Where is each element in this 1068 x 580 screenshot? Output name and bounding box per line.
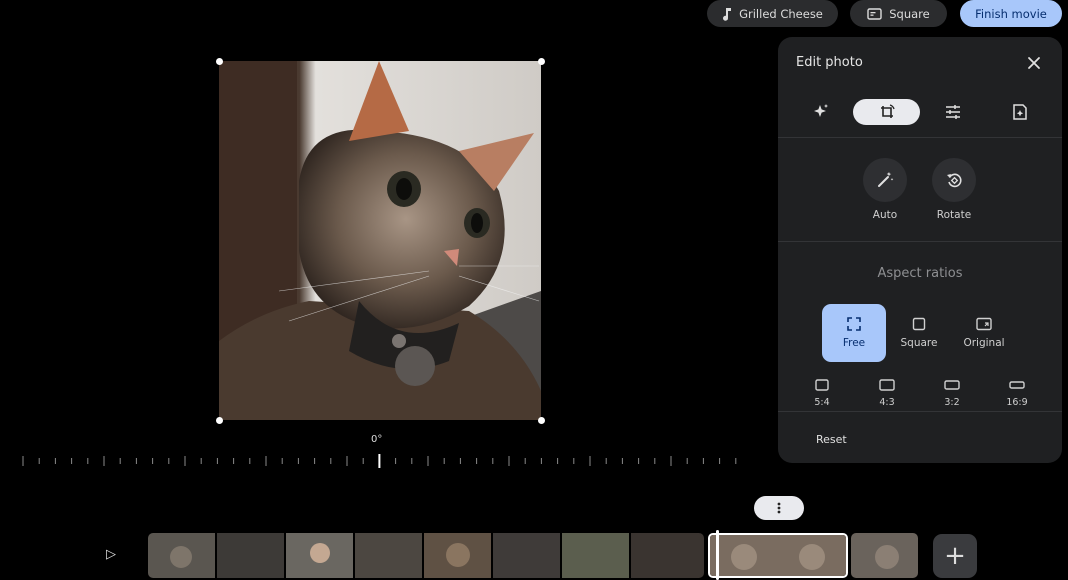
soundtrack-label: Grilled Cheese [739, 6, 823, 21]
tab-filters[interactable] [1007, 99, 1033, 125]
soundtrack-button[interactable]: Grilled Cheese [707, 0, 838, 27]
auto-label: Auto [872, 209, 898, 221]
aspect-free-label: Free [842, 337, 866, 349]
tab-adjust[interactable] [940, 99, 966, 125]
crop-rotate-icon [880, 104, 895, 118]
ratio-16-9-icon [1009, 381, 1025, 389]
format-button[interactable]: Square [850, 0, 947, 27]
music-note-icon [723, 7, 732, 21]
auto-button[interactable] [863, 158, 907, 202]
aspect-ratios-heading: Aspect ratios [877, 266, 963, 281]
ratio-5-4-icon [815, 379, 829, 391]
aspect-original-button[interactable]: Original [952, 304, 1016, 362]
clip-thumbnail[interactable] [493, 533, 560, 578]
edit-photo-panel: Edit photo Auto Rotate Aspect ratios Fre… [778, 37, 1062, 463]
play-icon[interactable]: ▷ [106, 547, 116, 562]
square-crop-icon [912, 317, 926, 331]
selected-clip[interactable] [708, 533, 848, 578]
close-icon[interactable] [1024, 53, 1044, 73]
aspect-5-4-label: 5:4 [814, 397, 830, 408]
adjust-icon [946, 105, 960, 119]
aspect-16-9-button[interactable]: 16:9 [997, 379, 1037, 408]
magic-icon [814, 104, 828, 117]
ratio-4-3-icon [879, 379, 895, 391]
aspect-original-label: Original [963, 337, 1005, 349]
crop-photo[interactable] [219, 61, 541, 420]
rotate-icon [947, 173, 962, 188]
plus-icon: + [944, 541, 966, 571]
cat-photo-image [219, 61, 541, 420]
rotation-angle-label: 0° [371, 434, 383, 445]
crop-handle-top-right[interactable] [538, 58, 545, 65]
divider [778, 241, 1062, 242]
aspect-square-button[interactable]: Square [887, 304, 951, 362]
tab-crop-rotate[interactable] [853, 99, 920, 125]
original-crop-icon [976, 317, 992, 331]
add-clip-button[interactable]: + [933, 534, 977, 578]
divider [778, 411, 1062, 412]
timeline-strip[interactable] [148, 533, 704, 578]
finish-movie-button[interactable]: Finish movie [960, 0, 1062, 27]
aspect-16-9-label: 16:9 [1006, 397, 1028, 408]
crop-handle-bottom-left[interactable] [216, 417, 223, 424]
reset-button[interactable]: Reset [816, 433, 847, 446]
panel-title: Edit photo [796, 55, 863, 70]
divider [778, 137, 1062, 138]
aspect-3-2-button[interactable]: 3:2 [932, 379, 972, 408]
aspect-free-button[interactable]: Free [822, 304, 886, 362]
ratio-3-2-icon [944, 380, 960, 390]
free-crop-icon [847, 317, 861, 331]
aspect-square-label: Square [900, 337, 938, 349]
aspect-5-4-button[interactable]: 5:4 [802, 379, 842, 408]
aspect-format-icon [867, 7, 882, 20]
aspect-4-3-label: 4:3 [879, 397, 895, 408]
auto-fix-icon [878, 172, 894, 187]
crop-handle-bottom-right[interactable] [538, 417, 545, 424]
format-label: Square [889, 6, 930, 21]
aspect-3-2-label: 3:2 [944, 397, 960, 408]
rotation-dial[interactable] [22, 454, 738, 468]
rotate-button[interactable] [932, 158, 976, 202]
playhead[interactable] [716, 530, 719, 580]
clip-thumbnail[interactable] [562, 533, 629, 578]
tab-enhance[interactable] [808, 99, 834, 125]
clip-more-button[interactable] [754, 496, 804, 520]
clip-thumbnail[interactable] [851, 533, 918, 578]
clip-thumbnail[interactable] [631, 533, 704, 578]
aspect-4-3-button[interactable]: 4:3 [867, 379, 907, 408]
filter-icon [1013, 104, 1027, 120]
clip-thumbnail[interactable] [355, 533, 422, 578]
crop-handle-top-left[interactable] [216, 58, 223, 65]
rotate-label: Rotate [936, 209, 972, 221]
more-vert-icon [777, 502, 781, 514]
clip-thumbnail[interactable] [217, 533, 284, 578]
